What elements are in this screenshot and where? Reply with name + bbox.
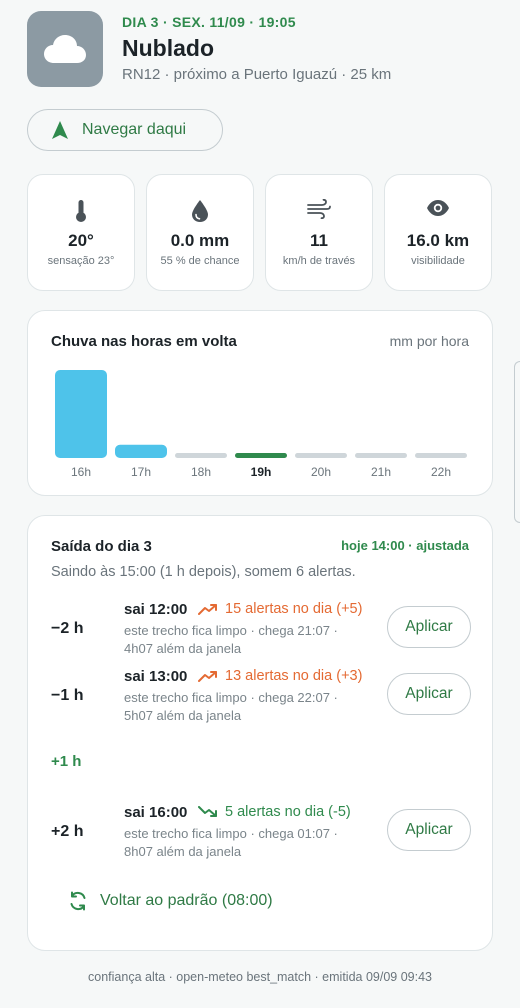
trend-up-icon (198, 671, 217, 682)
eye-icon (427, 200, 449, 216)
option-alerts: 13 alertas no dia (+3) (198, 668, 362, 684)
option-alerts: 15 alertas no dia (+5) (198, 601, 362, 617)
rain-tick-label: 19h (251, 465, 272, 479)
feels-like: sensação 23° (47, 255, 115, 267)
option-departure-time: sai 16:00 (124, 804, 188, 821)
rain-bar-20h (295, 453, 347, 458)
stat-card-temperature: 20° sensação 23° (27, 174, 135, 291)
rain-chart-title: Chuva nas horas em volta (51, 333, 237, 350)
departure-description: Saindo às 15:00 (1 h depois), somem 6 al… (51, 564, 356, 580)
precipitation-value: 0.0 mm (170, 231, 230, 250)
stat-card-wind: 11 km/h de través (265, 174, 373, 291)
rain-bar-19h (235, 453, 287, 458)
reset-label: Voltar ao padrão (08:00) (100, 892, 273, 909)
forecast-header: DIA 3 · SEX. 11/09 · 19:05 Nublado RN12 … (27, 11, 497, 91)
visibility-label: visibilidade (411, 255, 465, 267)
option-detail: este trecho fica limpo · chega 22:07 · 5… (124, 690, 338, 723)
option-departure-time: sai 12:00 (124, 601, 188, 618)
stat-card-precipitation: 0.0 mm 55 % de chance (146, 174, 254, 291)
stat-card-visibility: 16.0 km visibilidade (384, 174, 492, 291)
trend-up-icon (198, 604, 217, 615)
option-alerts-label: 5 alertas no dia (-5) (225, 804, 351, 820)
thermometer-icon (76, 200, 86, 222)
navigate-button[interactable]: Navegar daqui (27, 109, 223, 151)
navigation-arrow-icon (52, 121, 68, 139)
rain-bar-22h (415, 453, 467, 458)
rain-tick-label: 18h (191, 465, 211, 479)
side-drawer-handle[interactable] (514, 361, 520, 523)
day-datetime: DIA 3 · SEX. 11/09 · 19:05 (122, 14, 296, 30)
reset-default-button[interactable]: Voltar ao padrão (08:00) (68, 891, 273, 911)
refresh-icon (70, 891, 86, 911)
rain-chart-card: 16h 17h 18h 19h 20h 21h 22h Chuva nas horas em… (27, 310, 493, 496)
option-offset: +2 h (51, 823, 84, 840)
option-departure-time: sai 13:00 (124, 668, 188, 685)
option-alerts-label: 15 alertas no dia (+5) (225, 601, 363, 617)
droplet-icon (192, 200, 208, 222)
option-offset: −2 h (51, 620, 84, 637)
cloud-icon (44, 35, 86, 63)
rain-bar-16h (55, 370, 107, 458)
option-detail: este trecho fica limpo · chega 01:07 · 8… (124, 826, 338, 859)
option-alerts: 5 alertas no dia (-5) (198, 804, 351, 820)
rain-bar-18h (175, 453, 227, 458)
apply-button[interactable]: Aplicar (387, 809, 471, 851)
wind-icon (307, 199, 331, 219)
option-detail: este trecho fica limpo · chega 21:07 · 4… (124, 623, 338, 656)
trend-down-icon (198, 806, 217, 817)
rain-tick-label: 21h (371, 465, 391, 479)
temperature-value: 20° (68, 231, 94, 250)
wind-value: 11 (310, 231, 328, 250)
forecast-footer: confiança alta · open-meteo best_match ·… (88, 970, 432, 984)
option-offset-current: +1 h (51, 753, 82, 770)
rain-bar-17h (115, 444, 167, 458)
rain-tick-label: 16h (71, 465, 91, 479)
weather-tile (27, 11, 103, 87)
departure-card: Saída do dia 3 hoje 14:00 · ajustada Sai… (27, 515, 493, 951)
rain-chart-unit: mm por hora (389, 333, 469, 349)
condition-title: Nublado (122, 35, 214, 61)
departure-title: Saída do dia 3 (51, 538, 152, 555)
rain-chance: 55 % de chance (160, 255, 240, 267)
option-offset: −1 h (51, 687, 84, 704)
apply-button[interactable]: Aplicar (387, 673, 471, 715)
location-subtitle: RN12 · próximo a Puerto Iguazú · 25 km (122, 66, 392, 83)
departure-status: hoje 14:00 · ajustada (341, 538, 469, 553)
apply-button[interactable]: Aplicar (387, 606, 471, 648)
rain-tick-label: 17h (131, 465, 151, 479)
rain-tick-label: 22h (431, 465, 451, 479)
visibility-value: 16.0 km (406, 231, 470, 250)
wind-unit: km/h de través (282, 255, 356, 267)
rain-bar-21h (355, 453, 407, 458)
option-alerts-label: 13 alertas no dia (+3) (225, 668, 363, 684)
rain-tick-label: 20h (311, 465, 331, 479)
navigate-label: Navegar daqui (82, 121, 187, 138)
